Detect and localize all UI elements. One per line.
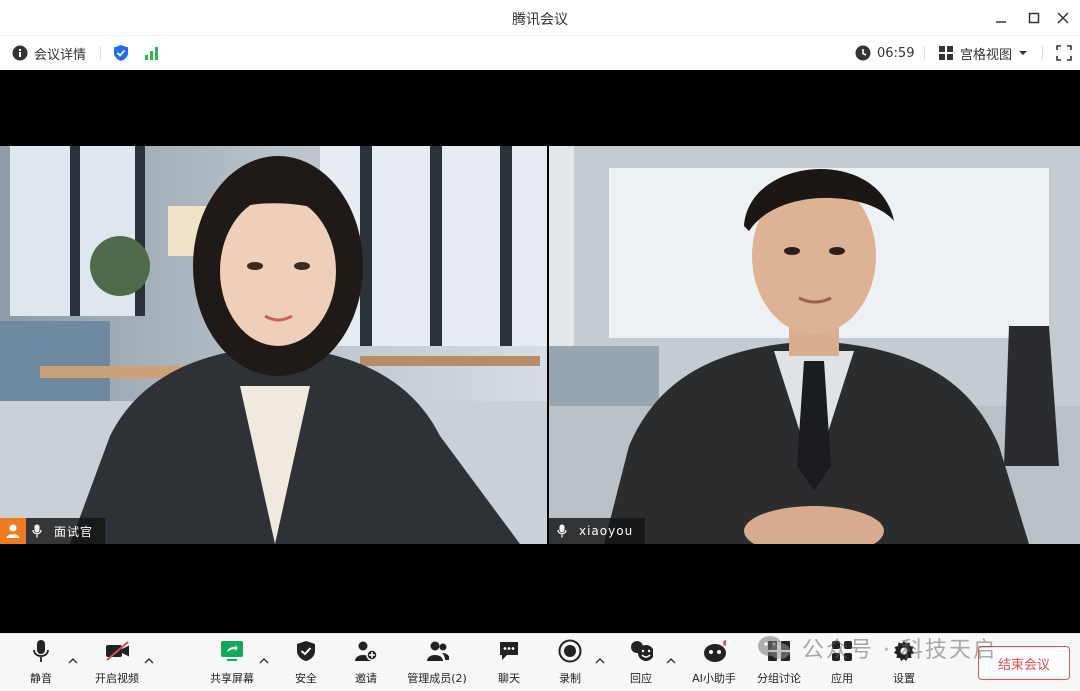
host-badge (0, 518, 26, 544)
interviewer-video-frame (0, 146, 547, 544)
ai-assistant-label: AI小助手 (692, 672, 736, 685)
meeting-info-button[interactable]: 会议详情 (12, 36, 86, 70)
apps-grid-icon (832, 641, 852, 661)
reaction-options-caret[interactable] (665, 656, 677, 666)
manage-members-label: 管理成员(2) (407, 672, 467, 685)
network-signal-button[interactable] (144, 36, 160, 70)
shield-check-icon (297, 641, 315, 661)
record-icon (558, 639, 582, 663)
apps-button[interactable]: 应用 (810, 638, 874, 690)
meeting-toolbar: 静音 开启视频 共享屏幕 安全 邀请 管理成员(2) 聊天 录制 回应 AI小助… (0, 633, 1080, 691)
chevron-up-icon (666, 658, 676, 664)
info-icon (12, 45, 28, 61)
signal-bars-icon (145, 47, 158, 60)
share-screen-icon (221, 641, 243, 661)
video-stage: 面试官 xiaoyou (0, 70, 1080, 633)
video-tile-candidate[interactable]: xiaoyou (549, 146, 1080, 544)
participant-mic-status (549, 524, 575, 538)
microphone-icon (32, 524, 42, 538)
reaction-label: 回应 (630, 672, 652, 685)
ai-assistant-button[interactable]: AI小助手 (682, 638, 746, 690)
microphone-icon (557, 524, 567, 538)
chevron-up-icon (595, 658, 605, 664)
breakout-rooms-label: 分组讨论 (757, 672, 801, 685)
video-tile-interviewer[interactable]: 面试官 (0, 146, 547, 544)
fullscreen-button[interactable] (1056, 36, 1072, 70)
chat-button[interactable]: 聊天 (477, 638, 541, 690)
chevron-up-icon (68, 658, 78, 664)
divider (924, 46, 925, 60)
maximize-icon (1028, 12, 1040, 24)
minimize-button[interactable] (988, 6, 1014, 30)
record-options-caret[interactable] (594, 656, 606, 666)
caret-down-icon (1019, 51, 1028, 55)
share-screen-label: 共享屏幕 (210, 672, 254, 685)
chat-bubble-icon (500, 642, 518, 660)
add-user-icon (355, 641, 378, 661)
maximize-button[interactable] (1021, 6, 1047, 30)
audio-options-caret[interactable] (67, 656, 79, 666)
divider (1042, 46, 1043, 60)
apps-label: 应用 (831, 672, 853, 685)
settings-label: 设置 (893, 672, 915, 685)
host-user-icon (6, 524, 20, 538)
close-icon (1057, 12, 1069, 24)
security-button[interactable]: 安全 (274, 638, 338, 690)
participant-nametag: xiaoyou (549, 518, 646, 544)
video-off-icon (106, 641, 129, 661)
start-video-label: 开启视频 (95, 672, 139, 685)
title-bar: 腾讯会议 (0, 0, 1080, 36)
members-icon (427, 641, 449, 661)
chat-label: 聊天 (498, 672, 520, 685)
view-mode-label: 宫格视图 (960, 47, 1013, 63)
start-video-button[interactable]: 开启视频 (85, 638, 149, 690)
meeting-info-bar: 会议详情 06:59 宫格视图 (0, 36, 1080, 70)
invite-button[interactable]: 邀请 (334, 638, 398, 690)
video-options-caret[interactable] (143, 656, 155, 666)
candidate-video-frame (549, 146, 1080, 544)
mute-label: 静音 (30, 672, 52, 685)
gear-icon (894, 641, 914, 661)
chevron-up-icon (144, 658, 154, 664)
ai-assistant-icon (704, 640, 726, 662)
share-screen-button[interactable]: 共享屏幕 (200, 638, 264, 690)
clock-icon (855, 45, 871, 61)
fullscreen-icon (1056, 45, 1072, 61)
invite-label: 邀请 (355, 672, 377, 685)
meeting-info-label: 会议详情 (34, 47, 87, 63)
close-button[interactable] (1050, 6, 1076, 30)
participant-name: xiaoyou (579, 524, 634, 538)
reaction-hand-icon (631, 641, 653, 661)
encryption-shield-button[interactable] (113, 36, 129, 70)
meeting-timer: 06:59 (855, 36, 914, 70)
divider (100, 46, 101, 60)
record-label: 录制 (559, 672, 581, 685)
participant-nametag: 面试官 (0, 518, 106, 544)
breakout-rooms-button[interactable]: 分组讨论 (747, 638, 811, 690)
participant-name: 面试官 (54, 524, 94, 539)
record-button[interactable]: 录制 (538, 638, 602, 690)
participant-mic-status (26, 524, 48, 538)
timer-value: 06:59 (877, 45, 915, 61)
minimize-icon (996, 21, 1006, 23)
microphone-icon (33, 640, 49, 662)
security-label: 安全 (295, 672, 317, 685)
window-title: 腾讯会议 (512, 12, 568, 28)
grid-view-icon (939, 46, 953, 60)
manage-members-button[interactable]: 管理成员(2) (404, 638, 470, 690)
share-options-caret[interactable] (258, 656, 270, 666)
reaction-button[interactable]: 回应 (609, 638, 673, 690)
breakout-rooms-icon (768, 641, 790, 661)
chevron-up-icon (259, 658, 269, 664)
settings-button[interactable]: 设置 (872, 638, 936, 690)
mute-button[interactable]: 静音 (9, 638, 73, 690)
view-mode-dropdown[interactable]: 宫格视图 (938, 36, 1028, 70)
end-meeting-button[interactable]: 结束会议 (978, 646, 1070, 680)
shield-check-icon (114, 45, 128, 61)
